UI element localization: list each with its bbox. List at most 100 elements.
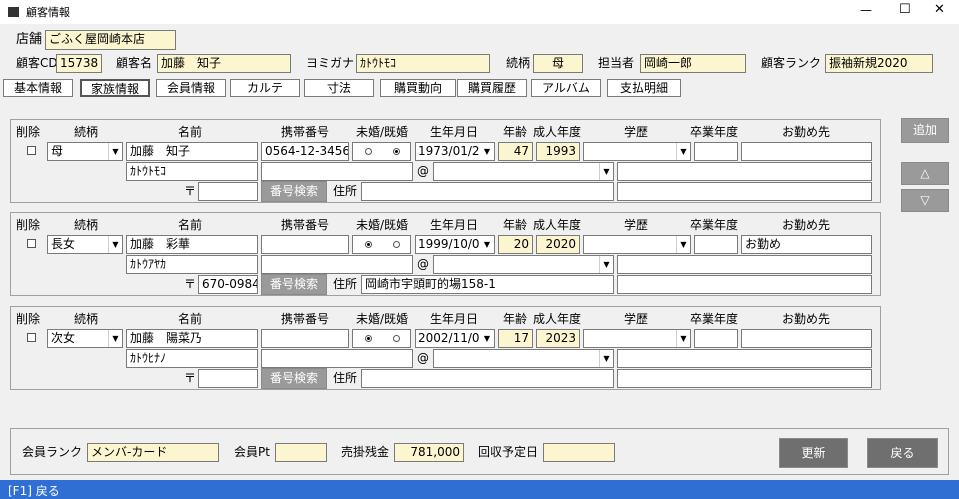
delete-checkbox[interactable] xyxy=(27,333,36,342)
address-label: 住所 xyxy=(333,277,358,291)
extra-input[interactable] xyxy=(261,162,413,181)
education-select[interactable]: ▼ xyxy=(583,329,691,348)
delete-checkbox[interactable] xyxy=(27,146,36,155)
tab-0[interactable]: 基本情報 xyxy=(3,79,73,97)
married-radio[interactable] xyxy=(393,335,400,342)
chevron-down-icon: ▼ xyxy=(676,143,690,160)
relation-select[interactable]: 母 ▼ xyxy=(47,142,123,161)
address-extra-input[interactable] xyxy=(617,369,872,388)
zip-input[interactable]: 670-0984 xyxy=(198,275,258,294)
tab-3[interactable]: カルテ xyxy=(230,79,300,97)
add-button[interactable]: 追加 xyxy=(901,118,949,143)
tab-1[interactable]: 家族情報 xyxy=(80,79,150,97)
move-up-button[interactable]: △ xyxy=(901,162,949,185)
email-domain-select[interactable]: ▼ xyxy=(433,255,614,274)
pt-label: 会員Pt xyxy=(234,445,270,459)
married-radio[interactable] xyxy=(393,148,400,155)
workplace-detail-input[interactable] xyxy=(617,255,872,274)
name-input[interactable]: 加藤 知子 xyxy=(126,142,258,161)
col-mobile-header: 携帯番号 xyxy=(281,125,330,139)
back-button[interactable]: 戻る xyxy=(867,438,938,468)
app-icon xyxy=(8,7,19,17)
member-rank-field: メンバ-カード xyxy=(87,443,219,462)
zip-input[interactable] xyxy=(198,369,258,388)
kana-input[interactable]: ｶﾄｳﾋﾅﾉ xyxy=(126,349,258,368)
chevron-down-icon: ▼ xyxy=(480,330,494,347)
marital-radio-group xyxy=(352,142,411,161)
name-input[interactable]: 加藤 陽菜乃 xyxy=(126,329,258,348)
extra-input[interactable] xyxy=(261,255,413,274)
mobile-input[interactable] xyxy=(261,235,349,254)
relation-select[interactable]: 長女 ▼ xyxy=(47,235,123,254)
address-extra-input[interactable] xyxy=(617,275,872,294)
zip-search-button[interactable]: 番号検索 xyxy=(261,368,327,389)
single-radio[interactable] xyxy=(365,335,372,342)
maximize-icon[interactable]: ☐ xyxy=(899,2,911,17)
col-adult-year-header: 成人年度 xyxy=(533,312,582,326)
col-delete-header: 削除 xyxy=(16,218,41,232)
minimize-icon[interactable]: — xyxy=(860,3,872,17)
rank-field: 振袖新規2020 xyxy=(825,54,933,73)
tab-5[interactable]: 購買動向 xyxy=(380,79,456,97)
birth-date-picker[interactable]: 1999/10/06 ▼ xyxy=(415,235,495,254)
move-down-button[interactable]: ▽ xyxy=(901,189,949,212)
email-domain-select[interactable]: ▼ xyxy=(433,349,614,368)
relation-value: 母 xyxy=(51,144,64,158)
email-domain-select[interactable]: ▼ xyxy=(433,162,614,181)
col-name-header: 名前 xyxy=(178,312,203,326)
education-select[interactable]: ▼ xyxy=(583,142,691,161)
address-label: 住所 xyxy=(333,184,358,198)
status-bar: [F1] 戻る xyxy=(0,480,959,499)
kana-input[interactable]: ｶﾄｳﾄﾓｺ xyxy=(126,162,258,181)
birth-date-picker[interactable]: 1973/01/24 ▼ xyxy=(415,142,495,161)
education-select[interactable]: ▼ xyxy=(583,235,691,254)
at-sign-label: @ xyxy=(417,164,429,178)
delete-checkbox[interactable] xyxy=(27,239,36,248)
col-marital-header: 未婚/既婚 xyxy=(356,312,409,326)
col-relation-header: 続柄 xyxy=(74,125,99,139)
extra-input[interactable] xyxy=(261,349,413,368)
birth-date-picker[interactable]: 2002/11/01 ▼ xyxy=(415,329,495,348)
tab-8[interactable]: 支払明細 xyxy=(607,79,681,97)
tab-6[interactable]: 購買履歴 xyxy=(457,79,527,97)
name-input[interactable]: 加藤 彩華 xyxy=(126,235,258,254)
workplace-input[interactable] xyxy=(741,142,872,161)
tab-7[interactable]: アルバム xyxy=(531,79,601,97)
grad-year-input[interactable] xyxy=(694,142,738,161)
zip-search-button[interactable]: 番号検索 xyxy=(261,181,327,202)
kana-input[interactable]: ｶﾄｳｱﾔｶ xyxy=(126,255,258,274)
age-field: 17 xyxy=(498,329,533,348)
mobile-input[interactable]: 0564-12-3456 xyxy=(261,142,349,161)
col-birth-header: 生年月日 xyxy=(430,312,479,326)
address-input[interactable] xyxy=(361,182,614,201)
zip-search-button[interactable]: 番号検索 xyxy=(261,274,327,295)
tab-2[interactable]: 会員情報 xyxy=(156,79,226,97)
single-radio[interactable] xyxy=(365,241,372,248)
adult-year-field: 2023 xyxy=(536,329,580,348)
col-age-header: 年齢 xyxy=(503,218,528,232)
col-grad-year-header: 卒業年度 xyxy=(690,218,739,232)
tab-4[interactable]: 寸法 xyxy=(304,79,374,97)
update-button[interactable]: 更新 xyxy=(779,438,848,468)
col-workplace-header: お勤め先 xyxy=(782,125,831,139)
address-input[interactable]: 岡崎市宇頭町的場158-1 xyxy=(361,275,614,294)
mobile-input[interactable] xyxy=(261,329,349,348)
zip-input[interactable] xyxy=(198,182,258,201)
close-icon[interactable]: ✕ xyxy=(934,2,945,17)
address-extra-input[interactable] xyxy=(617,182,872,201)
grad-year-input[interactable] xyxy=(694,329,738,348)
relation-label: 続柄 xyxy=(506,56,531,70)
workplace-detail-input[interactable] xyxy=(617,349,872,368)
workplace-input[interactable] xyxy=(741,329,872,348)
workplace-input[interactable]: お勤め xyxy=(741,235,872,254)
kana-label: ヨミガナ xyxy=(306,56,355,70)
grad-year-input[interactable] xyxy=(694,235,738,254)
married-radio[interactable] xyxy=(393,241,400,248)
address-input[interactable] xyxy=(361,369,614,388)
chevron-down-icon: ▼ xyxy=(676,330,690,347)
relation-select[interactable]: 次女 ▼ xyxy=(47,329,123,348)
chevron-down-icon: ▼ xyxy=(480,236,494,253)
single-radio[interactable] xyxy=(365,148,372,155)
col-birth-header: 生年月日 xyxy=(430,125,479,139)
workplace-detail-input[interactable] xyxy=(617,162,872,181)
